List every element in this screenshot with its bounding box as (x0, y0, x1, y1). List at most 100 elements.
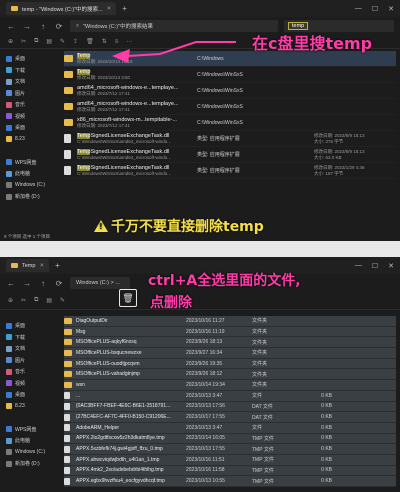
file-name: APPX.4mk2_2so/adebebdrbi4thlhg.tmp (76, 467, 164, 474)
sidebar-item[interactable]: WPS网盘 (2, 424, 58, 436)
back-icon[interactable]: ← (6, 279, 16, 288)
sidebar-item[interactable]: 桌面 (2, 320, 58, 332)
sidebar-item-label: 下载 (15, 334, 26, 341)
table-row[interactable]: MSOfficePLUS-ouodtjpcqvm 2023/9/26 19:35 文… (64, 358, 396, 370)
file-size: 0 KB (321, 467, 332, 474)
table-row[interactable]: MSOfficePLUS-bsqucnewzxe 2023/9/27 16:34 文… (64, 348, 396, 359)
annotation-search-temp: 在c盘里搜temp (252, 34, 373, 53)
close-icon[interactable]: ✕ (39, 263, 44, 269)
sidebar-item[interactable]: 此电脑 (2, 435, 58, 447)
sidebar-item[interactable] (2, 412, 58, 424)
table-row[interactable]: APPX.2io2gdtfscxw5z2h3dkatm8ye.tmp 2023/1… (64, 433, 396, 445)
sidebar-item[interactable]: 桌面 (2, 389, 58, 401)
file-icon (64, 456, 70, 464)
warning-icon (94, 220, 108, 232)
sidebar-item[interactable]: 下载 (2, 332, 58, 344)
sidebar-item-icon (6, 403, 12, 410)
forward-icon[interactable]: → (22, 279, 32, 288)
sidebar-item-icon (6, 345, 12, 352)
table-row[interactable]: APPX.egbx9hvzffsu4_eocfgyvdhcqf.tmp 2023/… (64, 476, 396, 487)
cut-icon[interactable]: ✂ (21, 297, 26, 304)
sidebar-item-icon (6, 368, 12, 375)
up-icon[interactable]: ↑ (38, 279, 48, 288)
file-type: 文件夹 (252, 371, 268, 378)
sidebar-item[interactable]: 图片 (2, 355, 58, 367)
table-row[interactable]: MSOfficePLUS-aqkyf6nxsq 2023/9/26 18:13 文件… (64, 337, 396, 349)
file-icon (64, 445, 70, 453)
sidebar-item-icon (6, 334, 12, 341)
file-type: 文件 (252, 425, 263, 432)
file-icon (64, 413, 70, 421)
file-type: 文件夹 (252, 361, 268, 368)
file-date: 2023/10/16 11:19 (186, 328, 225, 335)
file-date: 2023/9/26 19:35 (186, 360, 223, 367)
sidebar-item[interactable]: 8.23 (2, 401, 58, 413)
refresh-icon[interactable]: ⟳ (54, 279, 64, 288)
table-row[interactable]: AdobeARM_Helper 2023/10/13 3:47 文件 0 KB (64, 422, 396, 434)
sidebar-item-label: 新加卷 (D:) (15, 461, 40, 468)
table-row[interactable]: DiagOutputDir 2023/10/16 11:27 文件夹 (64, 316, 396, 327)
table-row[interactable]: APPX.ahwcviqdwjbdth_u4t1an_1.tmp 2023/10/… (64, 454, 396, 466)
folder-icon (64, 339, 72, 346)
file-type: 文件夹 (252, 350, 268, 357)
sidebar-item-icon (6, 437, 12, 444)
annotation-select-all-line1: ctrl+A全选里面的文件, (148, 273, 301, 289)
file-type: 文件夹 (252, 318, 268, 325)
file-type: 文件 (252, 393, 263, 400)
explorer-window-temp: Temp ✕ + — ☐ ✕ ← → ↑ ⟳ Windows (C:) > ..… (0, 257, 400, 492)
folder-icon (64, 349, 72, 356)
table-row[interactable]: {27BC4EFC-AF7C-4FF0-B150-C91206E... 2023/… (64, 412, 396, 423)
sidebar-item-icon (6, 391, 12, 398)
delete-button[interactable]: 🗑 (119, 289, 137, 307)
sidebar-item-label: 桌面 (15, 323, 26, 330)
close-window-icon[interactable]: ✕ (388, 262, 394, 270)
sidebar-item-label: Windows (C:) (15, 449, 46, 456)
folder-icon (64, 328, 72, 335)
file-name: APPX.ahwcviqdwjbdth_u4t1an_1.tmp (76, 456, 160, 463)
sidebar-item[interactable]: 音乐 (2, 366, 58, 378)
sidebar-item-label: 桌面 (15, 392, 26, 399)
table-row[interactable]: {0AC3BFF7-FBEF-4E6C-B6E1-2518791... 2023/… (64, 401, 396, 413)
file-date: 2023/10/13 3:47 (186, 424, 223, 431)
tab-temp[interactable]: Temp ✕ (6, 259, 50, 272)
sidebar-item[interactable]: 新加卷 (D:) (2, 458, 58, 470)
file-name: {27BC4EFC-AF7C-4FF0-B150-C91206E... (76, 414, 171, 421)
sidebar-item[interactable]: 文档 (2, 343, 58, 355)
table-row[interactable]: APPX.4mk2_2so/adebebdrbi4thlhg.tmp 2023/1… (64, 465, 396, 477)
sidebar-item-icon (6, 460, 12, 467)
maximize-icon[interactable]: ☐ (372, 262, 378, 270)
address-text: Windows (C:) > ... (76, 280, 120, 286)
file-date: 2023/9/26 18:12 (186, 371, 223, 378)
file-date: 2023/10/17 17:55 (186, 414, 225, 421)
sidebar-item-label: 文档 (15, 346, 26, 353)
rename-icon[interactable]: ✎ (60, 297, 65, 304)
window-controls: — ☐ ✕ (355, 262, 394, 270)
new-icon[interactable]: ⊕ (8, 297, 13, 304)
address-field[interactable]: Windows (C:) > ... (70, 277, 130, 289)
minimize-icon[interactable]: — (355, 262, 362, 270)
table-row[interactable]: APPX.5xzbfefk74j.gwi4gjsff_ffzu_0.tmp 202… (64, 444, 396, 455)
sidebar-item-icon (6, 415, 12, 421)
file-date: 2023/10/13 17:56 (186, 403, 225, 410)
sidebar-item-icon (6, 426, 12, 433)
file-name: MSOfficePLUS-ouodtjpcqvm (76, 360, 140, 367)
sidebar-item-icon (6, 449, 12, 456)
file-name: MSOfficePLUS-vahadgtnjmp (76, 371, 140, 378)
table-row[interactable]: MSOfficePLUS-vahadgtnjmp 2023/9/26 18:12 文… (64, 369, 396, 381)
sidebar-item[interactable]: 视频 (2, 378, 58, 390)
table-row[interactable]: ... 2023/10/13 3:47 文件 0 KB (64, 390, 396, 402)
file-date: 2023/10/14 16:05 (186, 435, 225, 442)
tab-label: Temp (22, 262, 36, 269)
sidebar-item-label: 音乐 (15, 369, 26, 376)
command-bar: ⊕ ✂ ⧉ ▤ ✎ (0, 292, 400, 310)
paste-icon[interactable]: ▤ (46, 297, 52, 304)
warning-banner: 千万不要直接删除temp (94, 216, 264, 236)
file-date: 2023/9/26 18:13 (186, 339, 223, 346)
copy-icon[interactable]: ⧉ (34, 297, 38, 304)
file-icon (64, 392, 70, 400)
table-row[interactable]: Msg 2023/10/16 11:19 文件夹 (64, 326, 396, 338)
warning-text: 千万不要直接删除temp (111, 219, 264, 235)
table-row[interactable]: wsn 2023/10/14 19:34 文件夹 (64, 380, 396, 391)
sidebar-item[interactable]: Windows (C:) (2, 447, 58, 459)
add-tab-icon[interactable]: + (55, 261, 60, 270)
